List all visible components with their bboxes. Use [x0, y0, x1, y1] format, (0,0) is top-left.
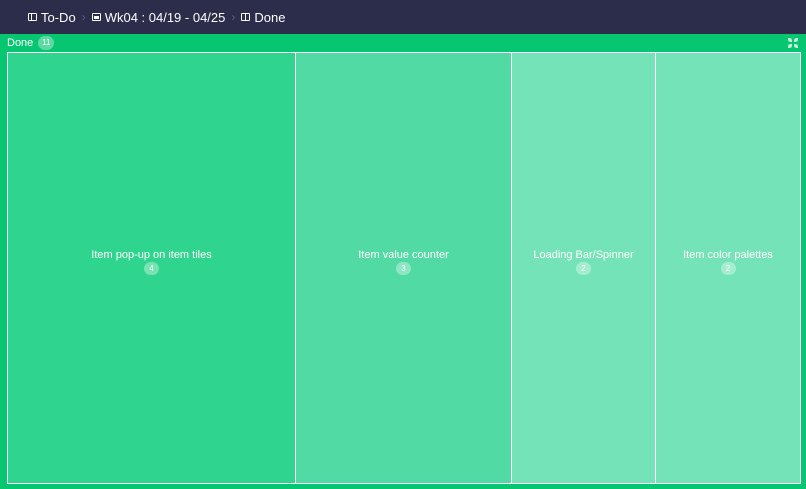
tile-count-badge: 2	[576, 262, 591, 275]
breadcrumb-item-week[interactable]: Wk04 : 04/19 - 04/25	[91, 9, 226, 25]
kanban-icon	[28, 13, 37, 21]
tile-count-badge: 3	[396, 262, 411, 275]
breadcrumb-label: To-Do	[41, 9, 76, 25]
breadcrumb-label: Done	[254, 9, 286, 25]
breadcrumb: To-Do › Wk04 : 04/19 - 04/25 › Done	[0, 0, 806, 34]
tile-label: Loading Bar/Spinner	[533, 249, 634, 261]
count-badge: 11	[38, 36, 55, 50]
tile-count-badge: 2	[720, 262, 736, 275]
tile-item-popup[interactable]: Item pop-up on item tiles 4	[7, 52, 296, 484]
panel-header: Done 11	[0, 34, 806, 52]
chevron-right-icon: ›	[231, 10, 236, 24]
breadcrumb-item-done[interactable]: Done	[241, 10, 285, 25]
tile-label: Item value counter	[358, 249, 449, 261]
done-panel: Done 11 Item pop-up on item tiles 4 Item…	[0, 34, 806, 489]
tile-item-value-counter[interactable]: Item value counter 3	[295, 52, 512, 484]
tile-loading-bar[interactable]: Loading Bar/Spinner 2	[511, 52, 656, 484]
tile-count-badge: 4	[144, 262, 159, 275]
breadcrumb-item-todo[interactable]: To-Do	[28, 10, 76, 25]
breadcrumb-label: Wk04 : 04/19 - 04/25	[104, 9, 226, 25]
chevron-right-icon: ›	[81, 10, 86, 24]
tile-item-color-palettes[interactable]: Item color palettes 2	[655, 52, 801, 484]
tile-label: Item pop-up on item tiles	[91, 249, 212, 261]
tile-label: Item color palettes	[683, 249, 773, 261]
collapse-icon[interactable]	[788, 38, 798, 48]
image-icon	[91, 13, 101, 21]
tile-grid: Item pop-up on item tiles 4 Item value c…	[7, 52, 801, 484]
board-icon	[241, 13, 251, 21]
panel-title: Done	[7, 37, 34, 49]
